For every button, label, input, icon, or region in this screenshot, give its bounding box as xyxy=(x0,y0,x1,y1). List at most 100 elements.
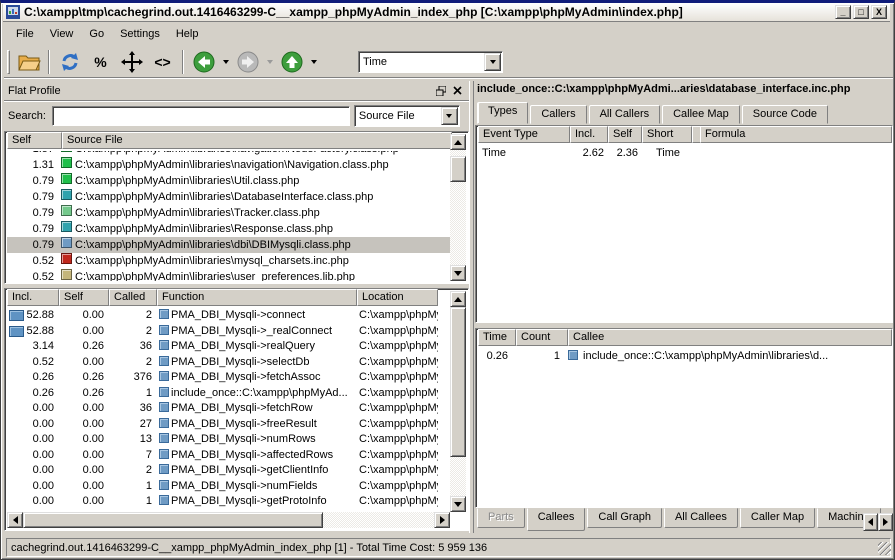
function-row[interactable]: 0.000.0036PMA_DBI_Mysqli->fetchRowC:\xam… xyxy=(7,401,438,417)
function-icon xyxy=(159,433,169,443)
scroll-up-button[interactable] xyxy=(450,291,466,307)
close-button[interactable]: X xyxy=(871,5,887,19)
scroll-thumb[interactable] xyxy=(23,512,323,528)
function-row[interactable]: 0.000.001PMA_DBI_Mysqli->getProtoInfoC:\… xyxy=(7,494,438,510)
bottom-tab-parts[interactable]: Parts xyxy=(477,508,525,528)
dock-title-bar[interactable]: Flat Profile xyxy=(4,81,469,101)
status-bar: cachegrind.out.1416463299-C__xampp_phpMy… xyxy=(4,536,893,559)
up-button[interactable] xyxy=(277,48,306,76)
menu-item-file[interactable]: File xyxy=(8,25,42,43)
column-header-event-type[interactable]: Event Type xyxy=(478,126,570,143)
function-row[interactable]: 0.260.26376PMA_DBI_Mysqli->fetchAssocC:\… xyxy=(7,370,438,386)
column-header-self[interactable]: Self xyxy=(7,132,62,149)
callee-row[interactable]: 0.261 include_once::C:\xampp\phpMyAdmin\… xyxy=(478,348,890,364)
title-bar[interactable]: C:\xampp\tmp\cachegrind.out.1416463299-C… xyxy=(3,3,890,22)
tab-all-callers[interactable]: All Callers xyxy=(589,105,661,124)
flat-profile-row[interactable]: 0.79C:\xampp\phpMyAdmin\libraries\dbi\DB… xyxy=(7,237,452,253)
function-row[interactable]: 0.000.001PMA_DBI_Mysqli->numFieldsC:\xam… xyxy=(7,479,438,495)
column-header-incl[interactable]: Incl. xyxy=(7,289,59,306)
column-header-callee[interactable]: Callee xyxy=(568,329,892,346)
scroll-down-button[interactable] xyxy=(450,265,466,281)
function-row[interactable]: 0.000.0027PMA_DBI_Mysqli->freeResultC:\x… xyxy=(7,417,438,433)
back-dropdown[interactable] xyxy=(219,48,232,76)
self-value: 1.31 xyxy=(7,157,60,173)
bottom-tab-all-callees[interactable]: All Callees xyxy=(664,508,738,528)
file-path: C:\xampp\phpMyAdmin\libraries\mysql_char… xyxy=(75,253,452,269)
column-header-short[interactable]: Short xyxy=(642,126,692,143)
column-header-function[interactable]: Function xyxy=(157,289,357,306)
relative-percent-button[interactable]: % xyxy=(86,48,115,76)
file-path: C:\xampp\phpMyAdmin\libraries\navigation… xyxy=(75,157,452,173)
dock-close-button[interactable] xyxy=(449,84,465,98)
maximize-button[interactable]: □ xyxy=(853,5,869,19)
flat-profile-row[interactable]: 0.79C:\xampp\phpMyAdmin\libraries\Respon… xyxy=(7,221,452,237)
cycle-detection-button[interactable] xyxy=(55,48,84,76)
menu-item-go[interactable]: Go xyxy=(81,25,112,43)
function-vscrollbar[interactable] xyxy=(450,291,466,512)
search-input[interactable] xyxy=(52,106,350,126)
up-dropdown[interactable] xyxy=(307,48,320,76)
column-header-called[interactable]: Called xyxy=(109,289,157,306)
flat-profile-row[interactable]: 0.79C:\xampp\phpMyAdmin\libraries\Util.c… xyxy=(7,173,452,189)
dock-float-button[interactable] xyxy=(433,84,449,98)
column-header-formula[interactable]: Formula xyxy=(700,126,892,143)
scroll-left-button[interactable] xyxy=(7,512,23,528)
toolbar-handle[interactable] xyxy=(7,50,10,74)
forward-dropdown[interactable] xyxy=(263,48,276,76)
function-row[interactable]: 0.000.002PMA_DBI_Mysqli->getClientInfoC:… xyxy=(7,463,438,479)
column-header-self[interactable]: Self xyxy=(59,289,109,306)
column-header-source-file[interactable]: Source File xyxy=(62,132,452,149)
function-row[interactable]: 0.520.002PMA_DBI_Mysqli->selectDbC:\xamp… xyxy=(7,355,438,371)
scroll-thumb[interactable] xyxy=(450,156,466,182)
event-type-combobox[interactable]: Time xyxy=(358,51,503,73)
tab-scroll-left-button[interactable] xyxy=(863,513,878,531)
tab-callers[interactable]: Callers xyxy=(530,105,586,124)
open-file-button[interactable] xyxy=(14,48,43,76)
column-header-incl[interactable]: Incl. xyxy=(570,126,608,143)
forward-button[interactable] xyxy=(233,48,262,76)
flat-profile-row[interactable]: 0.79C:\xampp\phpMyAdmin\libraries\Databa… xyxy=(7,189,452,205)
function-row[interactable]: 52.880.002PMA_DBI_Mysqli->connectC:\xamp… xyxy=(7,308,438,324)
function-row[interactable]: 52.880.002PMA_DBI_Mysqli->_realConnectC:… xyxy=(7,324,438,340)
combo-drop-button[interactable] xyxy=(484,53,501,71)
grouping-combobox[interactable]: Source File xyxy=(354,105,460,127)
event-type-row[interactable]: Time2.622.36Time xyxy=(478,145,890,161)
panel-splitter[interactable] xyxy=(469,81,474,533)
flat-profile-row[interactable]: 1.31 C:\xampp\phpMyAdmin\libraries\naviga… xyxy=(7,157,452,173)
function-row[interactable]: 0.000.0013PMA_DBI_Mysqli->numRowsC:\xamp… xyxy=(7,432,438,448)
tab-scroll-right-button[interactable] xyxy=(878,513,893,531)
tab-callee-map[interactable]: Callee Map xyxy=(662,105,740,124)
resize-grip[interactable] xyxy=(878,542,891,555)
function-row[interactable]: 3.140.2636PMA_DBI_Mysqli->realQueryC:\xa… xyxy=(7,339,438,355)
tab-types[interactable]: Types xyxy=(477,102,528,124)
bottom-tab-caller-map[interactable]: Caller Map xyxy=(740,508,815,528)
bottom-tab-callees[interactable]: Callees xyxy=(527,508,586,531)
minimize-button[interactable]: _ xyxy=(835,5,851,19)
scroll-right-button[interactable] xyxy=(434,512,450,528)
flat-profile-row[interactable]: 0.52C:\xampp\phpMyAdmin\libraries\mysql_… xyxy=(7,253,452,269)
column-header-count[interactable]: Count xyxy=(516,329,568,346)
flat-profile-row[interactable]: 0.79C:\xampp\phpMyAdmin\libraries\Tracke… xyxy=(7,205,452,221)
incl-value: 0.00 xyxy=(7,432,59,448)
called-value: 1 xyxy=(109,479,157,495)
menu-item-view[interactable]: View xyxy=(42,25,82,43)
bottom-tab-call-graph[interactable]: Call Graph xyxy=(587,508,662,528)
tab-source-code[interactable]: Source Code xyxy=(742,105,828,124)
flat-profile-row[interactable]: 0.52C:\xampp\phpMyAdmin\libraries\user_p… xyxy=(7,269,452,281)
flat-profile-vscrollbar[interactable] xyxy=(450,134,466,281)
scroll-down-button[interactable] xyxy=(450,496,466,512)
column-header-time[interactable]: Time xyxy=(478,329,516,346)
shorten-templates-button[interactable]: <> xyxy=(148,48,177,76)
menu-item-help[interactable]: Help xyxy=(168,25,207,43)
menu-item-settings[interactable]: Settings xyxy=(112,25,168,43)
function-hscrollbar[interactable] xyxy=(7,512,450,528)
relative-to-parent-button[interactable] xyxy=(117,48,146,76)
function-row[interactable]: 0.000.007PMA_DBI_Mysqli->affectedRowsC:\… xyxy=(7,448,438,464)
function-row[interactable]: 0.260.261include_once::C:\xampp\phpMyAd.… xyxy=(7,386,438,402)
column-header-location[interactable]: Location xyxy=(357,289,438,306)
column-header-self[interactable]: Self xyxy=(608,126,642,143)
combo-drop-button[interactable] xyxy=(441,107,458,125)
back-button[interactable] xyxy=(189,48,218,76)
scroll-thumb[interactable] xyxy=(450,307,466,457)
scroll-up-button[interactable] xyxy=(450,134,466,150)
